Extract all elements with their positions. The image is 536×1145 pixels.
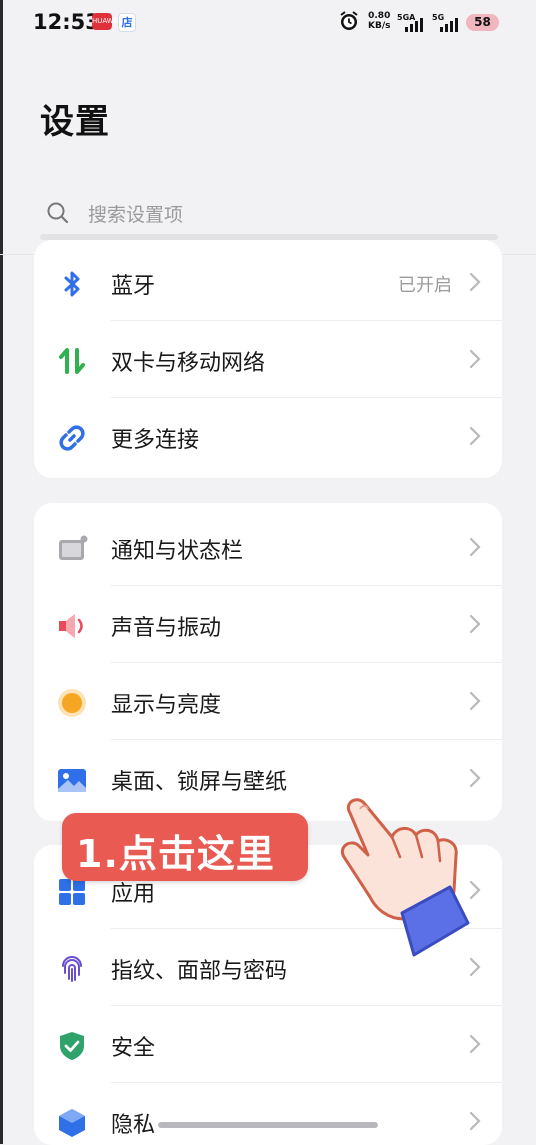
chevron-right-icon bbox=[469, 537, 481, 557]
settings-row-security[interactable]: 安全 bbox=[34, 1006, 502, 1083]
settings-group-connectivity: 蓝牙 已开启 双卡与移动网络 更多连接 bbox=[34, 240, 502, 478]
chevron-right-icon bbox=[469, 426, 481, 446]
wallpaper-icon bbox=[58, 769, 86, 792]
page-title: 设置 bbox=[40, 102, 110, 142]
screen-edge bbox=[0, 0, 3, 1144]
display-icon bbox=[58, 689, 86, 717]
settings-row-sound[interactable]: 声音与振动 bbox=[34, 586, 502, 663]
sim2-network-label: 5G bbox=[432, 13, 444, 22]
row-value: 已开启 bbox=[398, 275, 452, 296]
row-label: 桌面、锁屏与壁纸 bbox=[111, 770, 288, 795]
settings-row-more-connections[interactable]: 更多连接 bbox=[34, 398, 502, 475]
battery-indicator: 58 bbox=[466, 14, 499, 31]
settings-row-mobile-network[interactable]: 双卡与移动网络 bbox=[34, 321, 502, 398]
shield-icon bbox=[60, 1032, 84, 1060]
net-speed: 0.80 KB/s bbox=[368, 11, 390, 31]
tutorial-callout-text: 1.点击这里 bbox=[76, 832, 275, 876]
row-label: 双卡与移动网络 bbox=[111, 351, 266, 376]
chevron-right-icon bbox=[469, 614, 481, 634]
settings-row-display[interactable]: 显示与亮度 bbox=[34, 663, 502, 740]
net-speed-unit: KB/s bbox=[368, 21, 391, 31]
notification-icon bbox=[59, 535, 88, 560]
mobile-network-icon bbox=[59, 348, 85, 374]
row-label: 通知与状态栏 bbox=[111, 539, 244, 564]
settings-group-display: 通知与状态栏 声音与振动 显示与亮度 桌面、锁屏与壁纸 bbox=[34, 503, 502, 821]
alarm-icon bbox=[340, 11, 358, 30]
search-bar[interactable]: 搜索设置项 bbox=[34, 190, 502, 234]
home-indicator[interactable] bbox=[158, 1122, 378, 1128]
fingerprint-icon bbox=[62, 956, 82, 982]
privacy-icon bbox=[59, 1109, 85, 1137]
row-label: 隐私 bbox=[111, 1113, 156, 1138]
row-label: 蓝牙 bbox=[111, 274, 156, 299]
tutorial-callout: 1.点击这里 bbox=[62, 813, 308, 881]
settings-row-privacy[interactable]: 隐私 bbox=[34, 1083, 502, 1145]
status-bar: 12:53 HUAWEI 店 0.80 KB/s 5GA 5G 58 bbox=[0, 0, 536, 46]
huawei-app-icon: HUAWEI bbox=[92, 13, 120, 30]
settings-row-bluetooth[interactable]: 蓝牙 已开启 bbox=[34, 244, 502, 321]
sim1-network-label: 5GA bbox=[397, 13, 416, 22]
store-app-icon: 店 bbox=[118, 13, 136, 32]
settings-row-notifications[interactable]: 通知与状态栏 bbox=[34, 509, 502, 586]
chevron-right-icon bbox=[469, 1111, 481, 1131]
settings-screen: 12:53 HUAWEI 店 0.80 KB/s 5GA 5G 58 设置 搜索… bbox=[0, 0, 536, 1145]
chevron-right-icon bbox=[469, 349, 481, 369]
link-icon bbox=[59, 425, 85, 451]
chevron-right-icon bbox=[469, 1034, 481, 1054]
row-label: 更多连接 bbox=[111, 428, 200, 453]
net-speed-value: 0.80 bbox=[368, 11, 391, 21]
status-time: 12:53 bbox=[33, 10, 100, 34]
search-icon bbox=[47, 202, 69, 224]
signal-sim2-icon: 5G bbox=[432, 13, 458, 32]
chevron-right-icon bbox=[469, 691, 481, 711]
row-label: 安全 bbox=[111, 1036, 156, 1061]
sound-icon bbox=[59, 614, 83, 638]
search-input[interactable]: 搜索设置项 bbox=[88, 200, 183, 227]
pointing-hand-icon bbox=[341, 798, 470, 957]
row-label: 指纹、面部与密码 bbox=[111, 959, 288, 984]
row-label: 声音与振动 bbox=[111, 616, 222, 641]
chevron-right-icon bbox=[469, 272, 481, 292]
bluetooth-icon bbox=[64, 271, 80, 297]
signal-sim1-icon: 5GA bbox=[397, 13, 423, 32]
row-label: 显示与亮度 bbox=[111, 693, 222, 718]
chevron-right-icon bbox=[469, 768, 481, 788]
